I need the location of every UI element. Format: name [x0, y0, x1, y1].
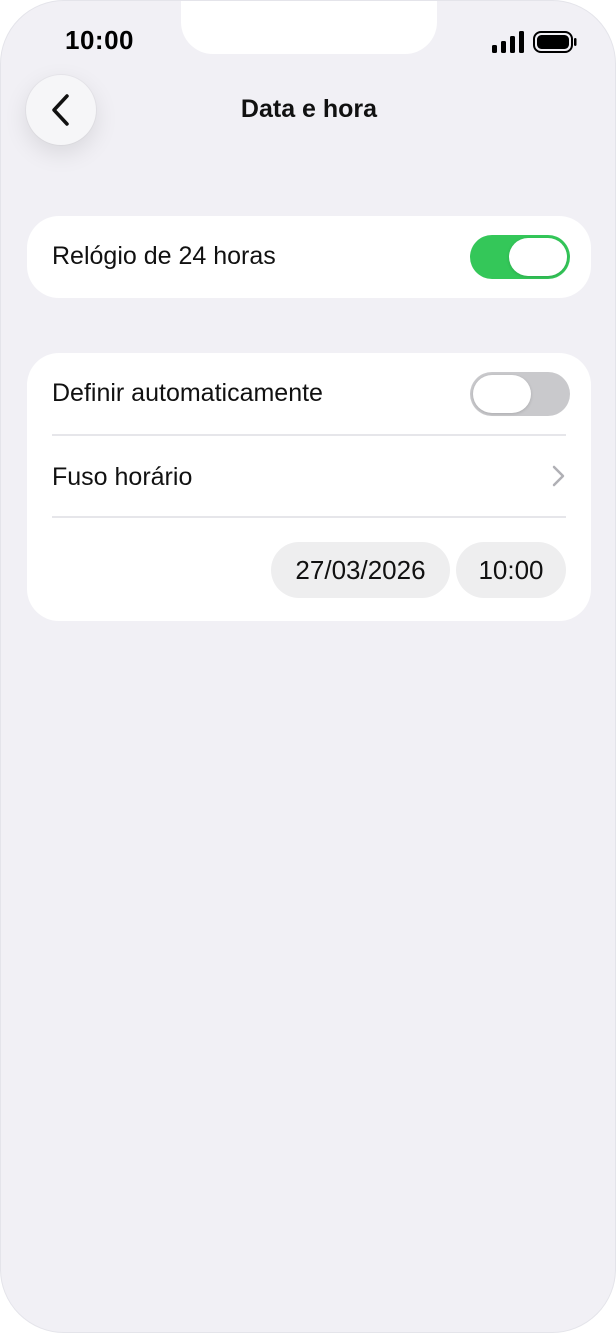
- phone-screen: 10:00 Data e hora Relógio de 24 horas De…: [0, 0, 616, 1333]
- notch: [181, 1, 437, 54]
- divider: [52, 516, 566, 518]
- date-time-card: Definir automaticamente Fuso horário 27/…: [27, 353, 591, 621]
- timezone-row[interactable]: Fuso horário: [27, 436, 591, 516]
- cellular-signal-icon: [492, 31, 524, 53]
- status-time: 10:00: [65, 25, 134, 55]
- battery-icon: [533, 31, 577, 53]
- time-picker-button[interactable]: 10:00: [456, 542, 566, 598]
- clock-24h-toggle[interactable]: [470, 235, 570, 279]
- date-picker-button[interactable]: 27/03/2026: [271, 542, 450, 598]
- clock-24h-label: Relógio de 24 horas: [52, 242, 276, 270]
- toggle-knob: [509, 238, 567, 276]
- clock-format-card: Relógio de 24 horas: [27, 216, 591, 298]
- page-title: Data e hora: [240, 95, 378, 123]
- timezone-label: Fuso horário: [52, 463, 193, 491]
- auto-set-label: Definir automaticamente: [52, 379, 323, 407]
- toggle-knob: [473, 375, 531, 413]
- chevron-right-icon: [552, 465, 565, 487]
- auto-set-toggle[interactable]: [470, 372, 570, 416]
